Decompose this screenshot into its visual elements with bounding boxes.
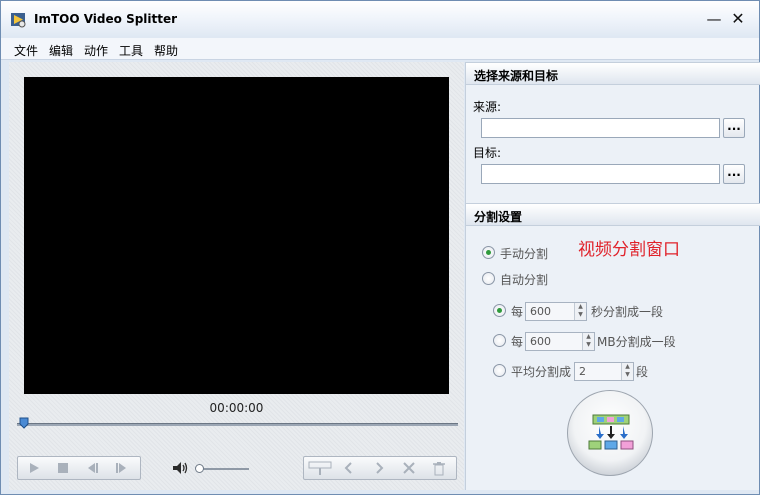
menu-bar: 文件 编辑 动作 工具 帮助: [1, 38, 759, 60]
split-by-size-suffix: MB分割成一段: [597, 335, 676, 349]
stop-icon[interactable]: [52, 459, 74, 477]
split-average-prefix: 平均分割成: [511, 365, 572, 379]
target-browse-button[interactable]: ...: [723, 164, 745, 184]
manual-split-radio[interactable]: [482, 246, 495, 259]
app-window: ImTOO Video Splitter — ✕ 文件 编辑 动作 工具 帮助 …: [0, 0, 760, 495]
source-label: 来源:: [473, 100, 502, 114]
split-by-size-prefix: 每: [511, 335, 524, 349]
target-input[interactable]: [481, 164, 720, 184]
preview-panel: 00:00:00: [9, 62, 464, 490]
overlay-caption: 视频分割窗口: [578, 240, 680, 260]
auto-split-label: 自动分割: [500, 273, 549, 287]
volume-slider[interactable]: [199, 468, 249, 470]
target-label: 目标:: [473, 146, 502, 160]
split-average-suffix: 段: [636, 365, 649, 379]
step-back-icon[interactable]: [81, 459, 103, 477]
next-icon[interactable]: [368, 459, 390, 477]
menu-help[interactable]: 帮助: [154, 42, 178, 59]
seek-handle[interactable]: [19, 417, 29, 429]
menu-file[interactable]: 文件: [14, 42, 38, 59]
size-stepper-arrows[interactable]: ▲ ▼: [582, 333, 594, 350]
delete-icon[interactable]: [398, 459, 420, 477]
playback-controls: [17, 456, 141, 480]
trash-icon[interactable]: [428, 459, 450, 477]
size-stepper[interactable]: 600 ▲ ▼: [525, 332, 595, 351]
minimize-button[interactable]: —: [705, 10, 723, 28]
source-target-header: 选择来源和目标: [466, 62, 760, 85]
add-segment-icon[interactable]: [307, 459, 333, 477]
app-logo-icon: [11, 13, 26, 28]
menu-edit[interactable]: 编辑: [49, 42, 73, 59]
average-value: 2: [579, 365, 586, 378]
time-display: 00:00:00: [209, 401, 264, 415]
title-bar: ImTOO Video Splitter — ✕: [1, 1, 759, 37]
settings-panel: 选择来源和目标 来源: ... 目标: ... 分割设置 手动分割 视频分割窗口…: [465, 62, 760, 490]
seek-bar[interactable]: [17, 423, 458, 426]
split-by-seconds-radio[interactable]: [493, 304, 506, 317]
video-preview: [24, 77, 449, 394]
close-button[interactable]: ✕: [729, 10, 747, 28]
volume-handle[interactable]: [195, 464, 204, 473]
split-by-seconds-suffix: 秒分割成一段: [591, 305, 664, 319]
seconds-stepper[interactable]: 600 ▲ ▼: [525, 302, 587, 321]
size-value: 600: [530, 335, 551, 348]
average-stepper-arrows[interactable]: ▲ ▼: [621, 363, 633, 380]
menu-tools[interactable]: 工具: [119, 42, 143, 59]
segment-controls: [303, 456, 457, 480]
auto-split-radio[interactable]: [482, 272, 495, 285]
split-button[interactable]: [567, 390, 653, 476]
source-browse-button[interactable]: ...: [723, 118, 745, 138]
split-by-size-radio[interactable]: [493, 334, 506, 347]
play-icon[interactable]: [23, 459, 45, 477]
split-by-seconds-prefix: 每: [511, 305, 524, 319]
average-stepper[interactable]: 2 ▲ ▼: [574, 362, 634, 381]
split-average-radio[interactable]: [493, 364, 506, 377]
previous-icon[interactable]: [338, 459, 360, 477]
source-input[interactable]: [481, 118, 720, 138]
volume-icon[interactable]: [171, 460, 189, 476]
split-icon: [588, 414, 634, 450]
menu-action[interactable]: 动作: [84, 42, 108, 59]
step-forward-icon[interactable]: [111, 459, 133, 477]
manual-split-label: 手动分割: [500, 247, 549, 261]
window-title: ImTOO Video Splitter: [34, 12, 178, 26]
seconds-value: 600: [530, 305, 551, 318]
split-settings-header: 分割设置: [466, 203, 760, 226]
seconds-stepper-arrows[interactable]: ▲ ▼: [574, 303, 586, 320]
